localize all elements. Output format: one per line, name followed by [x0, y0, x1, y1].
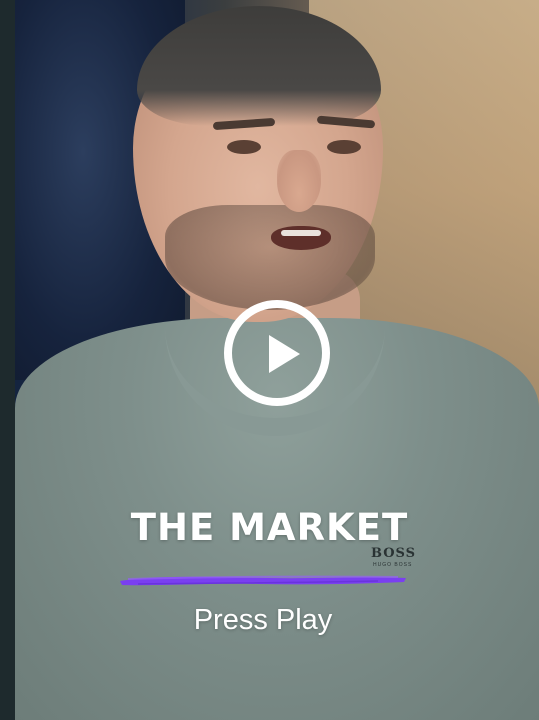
video-player[interactable]: BOSS HUGO BOSS THE MARKET Press Play [0, 0, 539, 720]
person-teeth [281, 230, 321, 236]
press-play-label[interactable]: Press Play [0, 604, 526, 637]
brush-underline [120, 575, 406, 586]
play-button[interactable] [224, 300, 330, 406]
play-icon [269, 335, 300, 373]
right-eye [327, 140, 361, 154]
person-nose [277, 150, 321, 212]
person-beard [165, 205, 375, 310]
video-title: THE MARKET [130, 506, 409, 549]
shirt-logo-sub: HUGO BOSS [373, 562, 413, 568]
left-eye [227, 140, 261, 154]
